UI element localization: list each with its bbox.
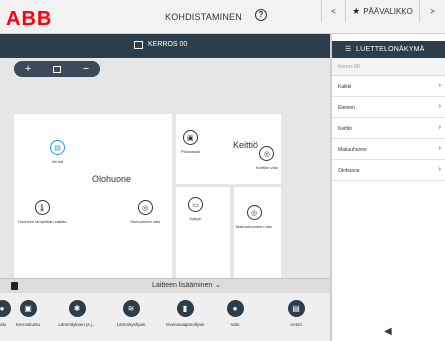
zoom-fit-icon[interactable] <box>52 65 61 73</box>
floor-label: Kerros 00 <box>338 64 360 70</box>
list-item-label: Makuuhuone <box>338 147 367 153</box>
switch-icon: ▭ <box>188 197 203 212</box>
device-label: Huoneen lämpötilan säädin <box>18 219 67 224</box>
palette-label: Anturi <box>290 322 302 327</box>
add-devices-bar[interactable]: Laitteen lisääminen ⌄ <box>0 278 330 293</box>
lightbulb-icon: ● <box>226 300 244 317</box>
room-makuuhuone[interactable]: ◎ Makuuhuoneen valo <box>234 187 281 278</box>
device-pistorasiat[interactable]: ▣ Pistorasiat <box>181 130 200 154</box>
lightbulb-icon: ◎ <box>246 205 262 220</box>
chevron-right-icon: › <box>438 124 441 131</box>
list-icon: ☰ <box>345 46 352 53</box>
device-olohuoneen-valo[interactable]: ◎ Olohuoneen valo <box>130 200 160 224</box>
back-arrow-icon[interactable]: ◀ <box>384 326 392 337</box>
thermostat-icon: 🌡 <box>34 200 50 215</box>
chevron-right-icon: › <box>438 145 441 152</box>
palette-label: Kerroskutsu <box>15 322 40 327</box>
palette-label: Valo <box>230 322 240 327</box>
list-item-eteinen[interactable]: Eteinen › <box>332 97 445 118</box>
zoom-in-button[interactable]: + <box>25 62 31 76</box>
panel-footer: ◀ <box>332 326 445 341</box>
list-item-kaikki[interactable]: Kaikki › <box>332 76 445 97</box>
list-item-keittio[interactable]: Keittiö › <box>332 118 445 139</box>
palette-item-anturi[interactable]: ▤ Anturi <box>272 300 320 327</box>
palette-item-ovenavaaja[interactable]: ▮ Ovenavaajanohjain <box>161 300 209 327</box>
floor-plan-icon <box>134 41 143 49</box>
room-name: Keittiö <box>233 140 259 150</box>
palette-label: Lämmityksen ja j... <box>58 322 96 327</box>
app-root: ABB KOHDISTAMINEN ? < ★ PÄÄVALIKKO > KER… <box>0 0 445 341</box>
device-makuuhuoneen-valo[interactable]: ◎ Makuuhuoneen valo <box>236 205 272 229</box>
list-item-label: Keittiö <box>338 126 352 132</box>
list-view-title: LUETTELONÄKYMÄ <box>356 46 425 53</box>
device-palette: ● valo ▣ Kerroskutsu ✱ Lämmityksen ja j.… <box>0 293 330 341</box>
fan-icon: ✱ <box>68 300 86 317</box>
list-item-olohuone[interactable]: Olohuone › <box>332 160 445 181</box>
floor-plan-canvas[interactable]: KERROS 00 + − Olohuone ▤ Verhot 🌡 Huonee… <box>0 34 330 278</box>
chevron-right-icon: › <box>438 82 441 89</box>
list-item-label: Kaikki <box>338 84 352 90</box>
room-list: Kaikki › Eteinen › Keittiö › Makuuhuone … <box>332 76 445 181</box>
zoom-out-button[interactable]: − <box>83 62 89 76</box>
main-menu-button[interactable]: ★ PÄÄVALIKKO <box>345 0 419 22</box>
device-kylpyh[interactable]: ▭ Kylpyh <box>188 197 203 221</box>
palette-item-valo-2[interactable]: ● Valo <box>211 300 259 327</box>
main-menu-label: PÄÄVALIKKO <box>363 6 413 16</box>
device-label: Verhot <box>51 159 64 164</box>
device-label: Makuuhuoneen valo <box>236 224 273 229</box>
curtain-icon: ▤ <box>50 140 65 155</box>
palette-item-lammityshjain[interactable]: ≋ Lämmityshjain <box>107 300 155 327</box>
floor-name: KERROS 00 <box>148 41 188 48</box>
list-view-header[interactable]: ☰ LUETTELONÄKYMÄ <box>332 41 445 58</box>
nav-next-button[interactable]: > <box>419 0 445 22</box>
palette-item-lammitys[interactable]: ✱ Lämmityksen ja j... <box>53 300 101 327</box>
device-verhot[interactable]: ▤ Verhot <box>50 140 65 164</box>
room-kylpyh[interactable]: ▭ Kylpyh <box>176 187 230 278</box>
room-name: Olohuone <box>92 174 132 184</box>
lightbulb-icon: ◎ <box>137 200 153 215</box>
zoom-control: + − <box>14 61 100 77</box>
room-keittio[interactable]: Keittiö ▣ Pistorasiat ◎ Keittiön valo <box>176 114 281 184</box>
palette-item-kerroskutsu[interactable]: ▣ Kerroskutsu <box>4 300 52 327</box>
room-olohuone[interactable]: Olohuone ▤ Verhot 🌡 Huoneen lämpötilan s… <box>14 114 172 278</box>
device-thermostat[interactable]: 🌡 Huoneen lämpötilan säädin <box>18 200 66 224</box>
device-label: Keittiön valo <box>256 165 278 170</box>
star-icon: ★ <box>352 5 361 16</box>
chevron-down-icon: ⌄ <box>215 282 221 289</box>
top-bar: ABB KOHDISTAMINEN ? < ★ PÄÄVALIKKO > <box>0 0 445 34</box>
sensor-icon: ▤ <box>287 300 305 317</box>
heating-icon: ≋ <box>122 300 140 317</box>
device-keittion-valo[interactable]: ◎ Keittiön valo <box>256 146 278 170</box>
list-view-panel: ☰ LUETTELONÄKYMÄ Kerros 00 Kaikki › Etei… <box>332 34 445 341</box>
nav-prev-button[interactable]: < <box>321 0 345 22</box>
abb-logo: ABB <box>6 8 53 30</box>
palette-label: Ovenavaajanohjain <box>165 322 205 327</box>
device-label: Kylpyh <box>189 216 202 221</box>
device-label: Olohuoneen valo <box>130 219 161 224</box>
doorbell-icon: ▣ <box>19 300 37 317</box>
chevron-right-icon: › <box>438 103 441 110</box>
socket-icon: ▣ <box>182 130 198 145</box>
lightbulb-icon: ◎ <box>259 146 275 161</box>
lock-icon[interactable] <box>11 282 18 290</box>
list-item-makuuhuone[interactable]: Makuuhuone › <box>332 139 445 160</box>
device-label: Pistorasiat <box>181 149 200 154</box>
door-icon: ▮ <box>176 300 194 317</box>
floor-header: KERROS 00 <box>0 34 330 58</box>
page-title: KOHDISTAMINEN <box>165 12 242 22</box>
palette-label: Lämmityshjain <box>116 322 146 327</box>
list-item-label: Olohuone <box>338 168 360 174</box>
list-item-label: Eteinen <box>338 105 355 111</box>
add-devices-label: Laitteen lisääminen <box>152 282 213 289</box>
list-floor-name: Kerros 00 <box>332 58 445 76</box>
chevron-right-icon: › <box>438 166 441 173</box>
top-nav: < ★ PÄÄVALIKKO > <box>321 0 445 34</box>
help-icon[interactable]: ? <box>255 9 267 21</box>
